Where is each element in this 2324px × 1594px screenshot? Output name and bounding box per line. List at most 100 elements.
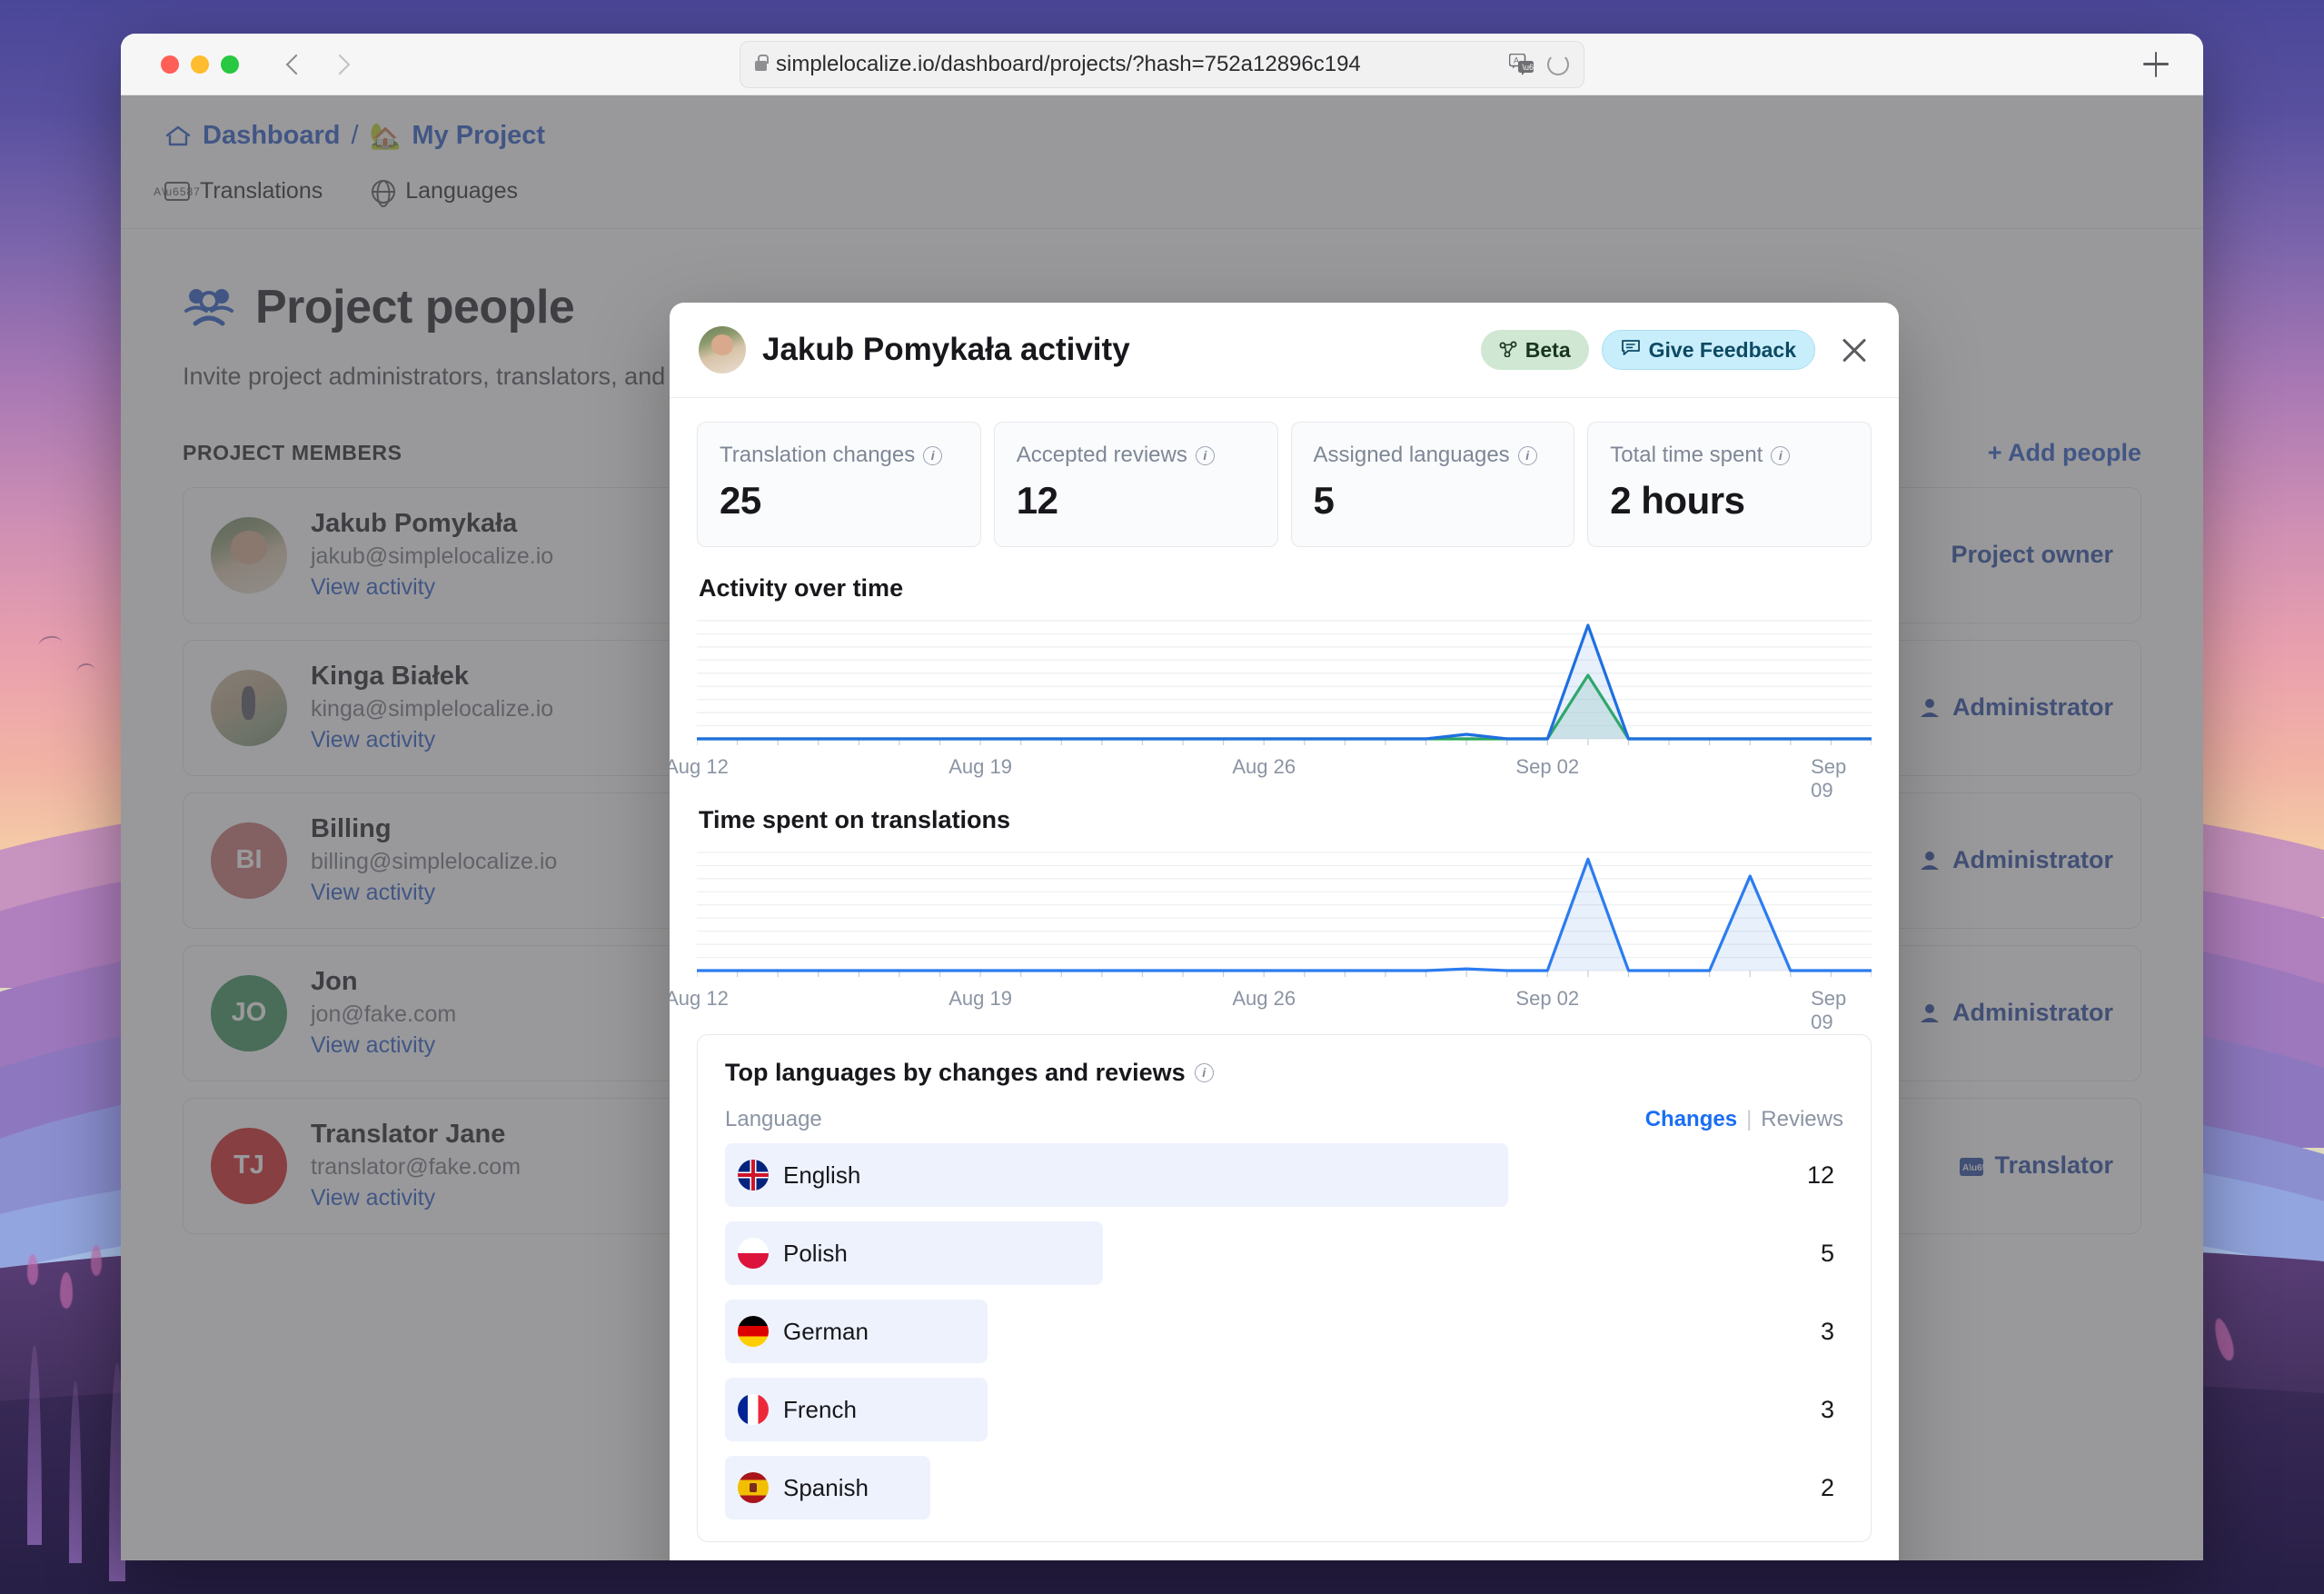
list-item[interactable]: Spanish 2 xyxy=(725,1452,1843,1523)
stat-label-text: Accepted reviews xyxy=(1016,443,1187,467)
modal-header: Jakub Pomykała activity Beta Give Feedba… xyxy=(670,303,1899,398)
list-item[interactable]: English 12 xyxy=(725,1140,1843,1210)
status-badge: Beta xyxy=(1480,330,1589,370)
lock-icon xyxy=(755,54,769,71)
language-value: 5 xyxy=(1820,1239,1834,1267)
avatar xyxy=(699,326,746,374)
stat-card-translation-changes: Translation changes i 25 xyxy=(697,422,981,547)
toggle-reviews[interactable]: Reviews xyxy=(1761,1107,1843,1132)
x-axis-tick-label: Aug 12 xyxy=(670,987,729,1010)
chart-title-time-spent: Time spent on translations xyxy=(699,806,1011,833)
list-item[interactable]: Polish 5 xyxy=(725,1218,1843,1289)
x-axis-tick-label: Sep 02 xyxy=(1515,987,1580,1010)
url-text: simplelocalize.io/dashboard/projects/?ha… xyxy=(776,51,1361,76)
wallpaper-plant xyxy=(27,1254,38,1285)
close-icon[interactable] xyxy=(1839,334,1870,365)
x-axis-tick-label: Aug 26 xyxy=(1232,755,1296,778)
language-name: English xyxy=(783,1161,861,1189)
language-info: Spanish xyxy=(725,1472,869,1503)
langcard-title: Top languages by changes and reviews i xyxy=(725,1059,1843,1087)
chart-canvas xyxy=(697,620,1872,745)
flag-fr-icon xyxy=(738,1394,769,1425)
stat-card-total-time-spent: Total time spent i 2 hours xyxy=(1587,422,1872,547)
x-axis-tick-label: Aug 12 xyxy=(670,755,729,778)
stat-label-text: Translation changes xyxy=(720,443,916,467)
stats-row: Translation changes i 25 Accepted review… xyxy=(697,422,1872,547)
column-header-language: Language xyxy=(725,1107,822,1131)
language-name: German xyxy=(783,1317,869,1345)
stat-value: 2 hours xyxy=(1610,479,1745,522)
x-axis-tick-label: Aug 19 xyxy=(948,987,1012,1010)
address-bar-icons[interactable]: A \u6587 xyxy=(1508,53,1569,75)
language-value: 3 xyxy=(1820,1395,1834,1423)
stat-label: Accepted reviews i xyxy=(1017,443,1256,468)
flag-pl-icon xyxy=(738,1238,769,1269)
info-icon[interactable]: i xyxy=(1194,1063,1214,1082)
list-item[interactable]: German 3 xyxy=(725,1296,1843,1367)
top-languages-card: Top languages by changes and reviews i L… xyxy=(697,1034,1872,1542)
beta-badge-label: Beta xyxy=(1525,337,1571,362)
language-value: 12 xyxy=(1806,1161,1834,1189)
modal-body: Translation changes i 25 Accepted review… xyxy=(670,398,1899,1560)
flag-en-icon xyxy=(738,1160,769,1191)
x-axis-tick-label: Sep 09 xyxy=(1811,987,1847,1033)
x-axis-tick-label: Sep 09 xyxy=(1811,755,1847,802)
activity-modal: Jakub Pomykała activity Beta Give Feedba… xyxy=(670,303,1899,1560)
browser-navigation[interactable] xyxy=(285,54,351,75)
browser-window: simplelocalize.io/dashboard/projects/?ha… xyxy=(121,34,2203,1560)
language-info: Polish xyxy=(725,1238,848,1269)
x-axis-tick-label: Aug 19 xyxy=(948,755,1012,778)
share-nodes-icon xyxy=(1499,338,1517,363)
stat-label: Total time spent i xyxy=(1610,443,1849,468)
stat-value: 25 xyxy=(720,479,761,522)
x-axis-tick-label: Aug 26 xyxy=(1232,987,1296,1010)
lang-table-header: Language Changes | Reviews xyxy=(725,1107,1843,1132)
stat-label: Assigned languages i xyxy=(1314,443,1553,468)
changes-reviews-toggle[interactable]: Changes | Reviews xyxy=(1645,1107,1843,1132)
wallpaper-plant xyxy=(60,1272,73,1309)
stat-value: 12 xyxy=(1016,479,1058,522)
toggle-separator: | xyxy=(1746,1107,1753,1131)
stat-label-text: Total time spent xyxy=(1610,443,1763,467)
language-value: 3 xyxy=(1820,1317,1834,1345)
forward-icon[interactable] xyxy=(329,54,351,75)
flag-de-icon xyxy=(738,1316,769,1347)
stat-label-text: Assigned languages xyxy=(1313,443,1510,467)
chart-title-activity: Activity over time xyxy=(699,574,904,602)
info-icon[interactable]: i xyxy=(923,445,943,465)
address-bar[interactable]: simplelocalize.io/dashboard/projects/?ha… xyxy=(740,40,1584,88)
browser-chrome: simplelocalize.io/dashboard/projects/?ha… xyxy=(121,34,2203,95)
language-info: English xyxy=(725,1160,860,1191)
time-spent-chart: Aug 12 Aug 19 Aug 26 Sep 02 Sep 09 xyxy=(670,847,1872,1033)
language-name: Polish xyxy=(783,1239,848,1267)
minimize-window-button[interactable] xyxy=(191,55,209,74)
app-page: Dashboard / 🏡 My Project A\u6587 Transla… xyxy=(121,95,2203,1560)
give-feedback-button[interactable]: Give Feedback xyxy=(1601,330,1815,370)
info-icon[interactable]: i xyxy=(1517,445,1537,465)
page-title: Jakub Pomykała activity xyxy=(762,332,1130,367)
activity-over-time-chart: Aug 12 Aug 19 Aug 26 Sep 02 Sep 09 xyxy=(670,615,1872,802)
translate-icon[interactable]: A \u6587 xyxy=(1508,53,1547,75)
back-icon[interactable] xyxy=(285,54,307,75)
toggle-changes[interactable]: Changes xyxy=(1645,1107,1737,1132)
info-icon[interactable]: i xyxy=(1771,445,1791,465)
svg-text:\u6587: \u6587 xyxy=(1523,63,1535,72)
give-feedback-label: Give Feedback xyxy=(1648,337,1796,362)
x-axis-labels: Aug 12 Aug 19 Aug 26 Sep 02 Sep 09 xyxy=(670,987,1872,1033)
stat-card-accepted-reviews: Accepted reviews i 12 xyxy=(993,422,1278,547)
info-icon[interactable]: i xyxy=(1195,445,1215,465)
wallpaper-plant xyxy=(91,1245,102,1276)
close-window-button[interactable] xyxy=(161,55,179,74)
stat-label: Translation changes i xyxy=(720,443,958,468)
chart-canvas xyxy=(697,852,1872,977)
chat-bubble-icon xyxy=(1621,338,1641,363)
flag-es-icon xyxy=(738,1472,769,1503)
new-tab-button[interactable] xyxy=(2143,51,2169,77)
list-item[interactable]: French 3 xyxy=(725,1374,1843,1445)
reload-icon[interactable] xyxy=(1547,53,1569,75)
window-traffic-lights[interactable] xyxy=(161,55,239,74)
language-rows: English 12 Polish 5 German 3 French 3 Spanish 2 xyxy=(725,1140,1843,1523)
langcard-title-text: Top languages by changes and reviews xyxy=(725,1059,1186,1086)
maximize-window-button[interactable] xyxy=(221,55,239,74)
language-info: German xyxy=(725,1316,869,1347)
